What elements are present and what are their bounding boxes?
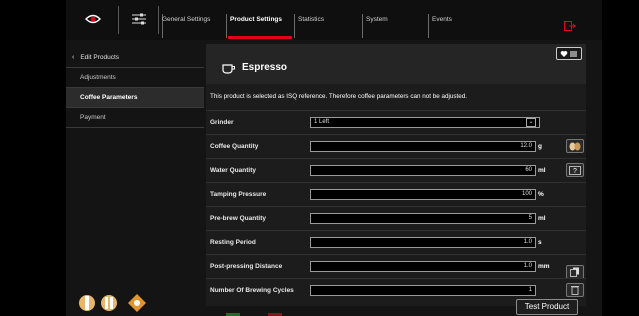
tamping-pressure-field[interactable]: 100 bbox=[310, 189, 536, 200]
ok-indicator bbox=[220, 306, 246, 316]
param-label: Tamping Pressure bbox=[210, 191, 267, 198]
delete-button[interactable] bbox=[566, 283, 584, 297]
trash-icon bbox=[571, 286, 579, 295]
chevron-left-icon: ‹ bbox=[72, 54, 75, 61]
param-label: Post-pressing Distance bbox=[210, 263, 283, 270]
brewing-cycles-field[interactable]: 1 bbox=[310, 285, 536, 296]
machine-status-icon bbox=[79, 294, 146, 312]
sliders-icon[interactable] bbox=[128, 10, 150, 28]
unit-label: ml bbox=[538, 215, 546, 222]
tab-events[interactable]: Events bbox=[432, 16, 452, 23]
tab-divider bbox=[362, 14, 363, 38]
menu-item-label: Payment bbox=[80, 114, 106, 121]
grinder-value: 1 Left bbox=[314, 119, 330, 125]
unit-label: g bbox=[538, 143, 542, 150]
unit-label: s bbox=[538, 239, 542, 246]
param-label: Grinder bbox=[210, 119, 234, 126]
product-header: Espresso bbox=[206, 44, 586, 84]
top-bar: General Settings Product Settings Statis… bbox=[66, 0, 602, 40]
test-product-button[interactable]: Test Product bbox=[516, 299, 578, 315]
param-row-resting-period: Resting Period 1.0 s bbox=[206, 230, 586, 254]
tab-divider bbox=[294, 14, 295, 38]
error-indicator bbox=[262, 306, 288, 316]
param-label: Coffee Quantity bbox=[210, 143, 259, 150]
param-row-pre-brew-quantity: Pre-brew Quantity 5 ml bbox=[206, 206, 586, 230]
product-config-button[interactable] bbox=[556, 47, 582, 60]
eye-icon[interactable] bbox=[82, 10, 104, 28]
param-label: Resting Period bbox=[210, 239, 256, 246]
help-icon: ? bbox=[569, 165, 581, 175]
product-name: Espresso bbox=[242, 62, 288, 73]
help-button[interactable]: ? bbox=[566, 163, 584, 177]
heart-list-icon bbox=[560, 50, 577, 57]
param-row-tamping-pressure: Tamping Pressure 100 % bbox=[206, 182, 586, 206]
copy-icon bbox=[570, 267, 579, 277]
coffee-parameters-panel: Espresso This product is selected as ISQ… bbox=[206, 44, 586, 306]
tab-divider bbox=[428, 14, 429, 38]
param-label: Number Of Brewing Cycles bbox=[210, 287, 294, 294]
unit-label: ml bbox=[538, 167, 546, 174]
coffee-quantity-field[interactable]: 12.0 bbox=[310, 141, 536, 152]
left-menu: ‹ Edit Products Adjustments Coffee Param… bbox=[66, 48, 204, 128]
tab-general-settings[interactable]: General Settings bbox=[162, 16, 210, 23]
param-row-post-pressing-distance: Post-pressing Distance 1.0 mm bbox=[206, 254, 586, 279]
tab-divider bbox=[226, 14, 227, 38]
coffee-beans-button[interactable] bbox=[566, 139, 584, 153]
coffee-beans-icon bbox=[569, 142, 581, 150]
tab-statistics[interactable]: Statistics bbox=[298, 16, 324, 23]
machine-screen: General Settings Product Settings Statis… bbox=[66, 0, 602, 316]
menu-item-edit-products[interactable]: ‹ Edit Products bbox=[66, 48, 204, 68]
param-row-water-quantity: Water Quantity 60 ml ? bbox=[206, 158, 586, 182]
logout-icon[interactable] bbox=[564, 18, 576, 31]
tab-system[interactable]: System bbox=[366, 16, 388, 23]
status-icons bbox=[78, 292, 158, 314]
water-quantity-field[interactable]: 60 bbox=[310, 165, 536, 176]
unit-label: % bbox=[538, 191, 544, 198]
grinder-select[interactable]: 1 Left ⌄ bbox=[310, 117, 540, 128]
unit-label: mm bbox=[538, 263, 550, 270]
menu-item-coffee-parameters[interactable]: Coffee Parameters bbox=[66, 88, 204, 108]
active-tab-indicator bbox=[228, 36, 292, 39]
param-row-grinder: Grinder 1 Left ⌄ bbox=[206, 110, 586, 134]
isq-notice: This product is selected as ISQ referenc… bbox=[210, 93, 468, 100]
cup-icon bbox=[222, 61, 236, 79]
divider bbox=[118, 6, 119, 34]
copy-button[interactable] bbox=[566, 265, 584, 279]
param-label: Pre-brew Quantity bbox=[210, 215, 266, 222]
menu-item-payment[interactable]: Payment bbox=[66, 108, 204, 128]
menu-item-label: Coffee Parameters bbox=[80, 94, 138, 101]
param-label: Water Quantity bbox=[210, 167, 256, 174]
menu-item-adjustments[interactable]: Adjustments bbox=[66, 68, 204, 88]
chevron-down-icon: ⌄ bbox=[526, 118, 536, 127]
divider bbox=[158, 6, 159, 34]
resting-period-field[interactable]: 1.0 bbox=[310, 237, 536, 248]
svg-text:?: ? bbox=[573, 168, 577, 175]
menu-item-label: Edit Products bbox=[80, 54, 120, 61]
param-row-coffee-quantity: Coffee Quantity 12.0 g bbox=[206, 134, 586, 158]
menu-item-label: Adjustments bbox=[80, 74, 116, 81]
tab-product-settings[interactable]: Product Settings bbox=[230, 16, 282, 23]
pre-brew-quantity-field[interactable]: 5 bbox=[310, 213, 536, 224]
post-pressing-distance-field[interactable]: 1.0 bbox=[310, 261, 536, 272]
